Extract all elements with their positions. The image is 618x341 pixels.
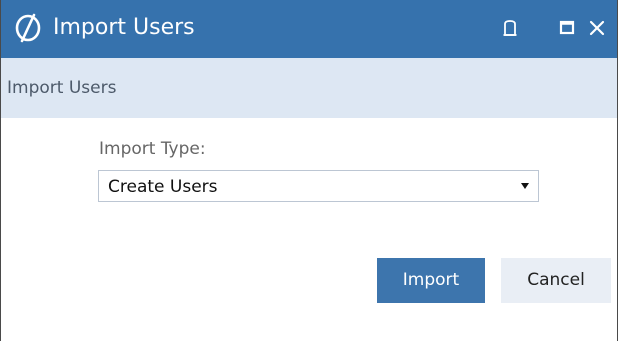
app-logo-icon: [15, 13, 41, 43]
section-title: Import Users: [7, 78, 117, 98]
import-users-dialog: Import Users Import Users Import Type: C…: [0, 0, 618, 341]
close-icon[interactable]: [587, 13, 607, 43]
title-bar: Import Users: [1, 0, 617, 58]
maximize-icon[interactable]: [558, 13, 578, 43]
pin-icon[interactable]: [502, 13, 518, 43]
import-type-label: Import Type:: [99, 139, 206, 159]
window-title: Import Users: [53, 15, 195, 40]
import-button[interactable]: Import: [377, 258, 485, 303]
dropdown-arrow-icon: [521, 183, 529, 189]
section-header: Import Users: [1, 58, 617, 118]
import-type-value: Create Users: [108, 177, 218, 197]
cancel-button[interactable]: Cancel: [501, 258, 611, 303]
import-type-select[interactable]: Create Users: [98, 170, 539, 202]
